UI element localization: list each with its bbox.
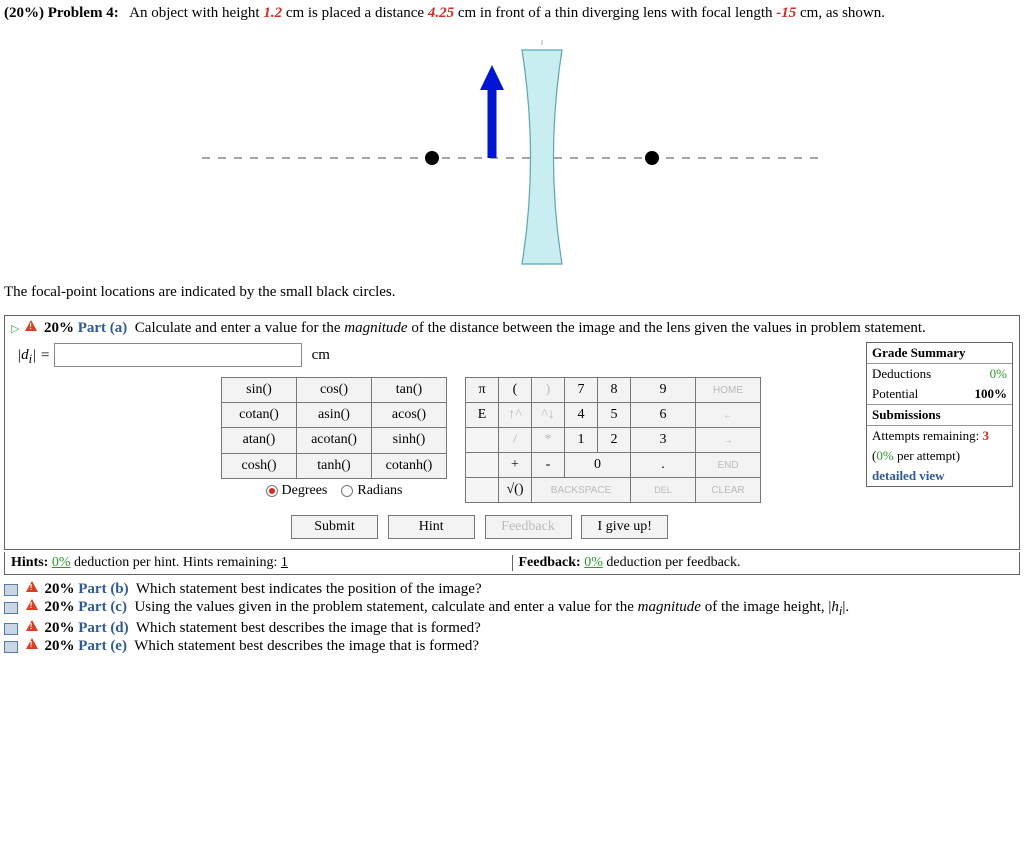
key-pi[interactable]: π bbox=[466, 378, 499, 403]
part-d-row[interactable]: 20% Part (d) Which statement best descri… bbox=[4, 620, 1020, 637]
collapse-icon[interactable] bbox=[4, 641, 18, 653]
key-sqrt[interactable]: √() bbox=[499, 478, 532, 503]
fn-asin[interactable]: asin() bbox=[297, 403, 372, 428]
key-3[interactable]: 3 bbox=[631, 428, 696, 453]
answer-variable: |di| = bbox=[17, 347, 54, 363]
feedback-button: Feedback bbox=[485, 515, 572, 539]
warning-icon bbox=[26, 599, 38, 610]
fn-cosh[interactable]: cosh() bbox=[222, 453, 297, 478]
key-lparen[interactable]: ( bbox=[499, 378, 532, 403]
key-blank2 bbox=[466, 453, 499, 478]
part-c-row[interactable]: 20% Part (c) Using the values given in t… bbox=[4, 599, 1020, 619]
fn-atan[interactable]: atan() bbox=[222, 428, 297, 453]
answer-input[interactable] bbox=[54, 343, 302, 367]
key-rparen[interactable]: ) bbox=[532, 378, 565, 403]
part-b-row[interactable]: 20% Part (b) Which statement best indica… bbox=[4, 581, 1020, 598]
key-2[interactable]: 2 bbox=[598, 428, 631, 453]
answer-unit: cm bbox=[312, 347, 330, 363]
key-sup-down[interactable]: ^↓ bbox=[532, 403, 565, 428]
key-end[interactable]: END bbox=[696, 453, 761, 478]
lens-diagram bbox=[4, 30, 1020, 276]
key-sup-up[interactable]: ↑^ bbox=[499, 403, 532, 428]
number-pad: π ( ) 7 8 9 HOME E ↑^ ^↓ 4 5 6 ← / * bbox=[465, 377, 761, 503]
hint-button[interactable]: Hint bbox=[388, 515, 475, 539]
key-6[interactable]: 6 bbox=[631, 403, 696, 428]
fn-acos[interactable]: acos() bbox=[372, 403, 447, 428]
warning-icon bbox=[25, 320, 37, 331]
key-dot[interactable]: . bbox=[631, 453, 696, 478]
focal-note: The focal-point locations are indicated … bbox=[4, 284, 1020, 301]
action-row: Submit Hint Feedback I give up! bbox=[291, 515, 1013, 539]
grade-summary: Grade Summary Deductions0% Potential100%… bbox=[866, 342, 1013, 487]
fn-cotan[interactable]: cotan() bbox=[222, 403, 297, 428]
key-9[interactable]: 9 bbox=[631, 378, 696, 403]
key-minus[interactable]: - bbox=[532, 453, 565, 478]
key-blank3 bbox=[466, 478, 499, 503]
key-blank1 bbox=[466, 428, 499, 453]
fn-cos[interactable]: cos() bbox=[297, 378, 372, 403]
key-0[interactable]: 0 bbox=[565, 453, 631, 478]
problem-statement: (20%) Problem 4: An object with height 1… bbox=[4, 4, 1020, 24]
fn-acotan[interactable]: acotan() bbox=[297, 428, 372, 453]
fn-tanh[interactable]: tanh() bbox=[297, 453, 372, 478]
fn-sin[interactable]: sin() bbox=[222, 378, 297, 403]
fn-tan[interactable]: tan() bbox=[372, 378, 447, 403]
detailed-view-link[interactable]: detailed view bbox=[872, 468, 945, 484]
key-7[interactable]: 7 bbox=[565, 378, 598, 403]
radio-radians[interactable] bbox=[341, 485, 353, 497]
key-1[interactable]: 1 bbox=[565, 428, 598, 453]
key-home[interactable]: HOME bbox=[696, 378, 761, 403]
part-e-row[interactable]: 20% Part (e) Which statement best descri… bbox=[4, 638, 1020, 655]
giveup-button[interactable]: I give up! bbox=[581, 515, 668, 539]
warning-icon bbox=[26, 638, 38, 649]
part-a-header: ▷ 20% Part (a) Calculate and enter a val… bbox=[11, 320, 1013, 337]
key-div[interactable]: / bbox=[499, 428, 532, 453]
key-5[interactable]: 5 bbox=[598, 403, 631, 428]
collapse-icon[interactable] bbox=[4, 584, 18, 596]
key-backspace[interactable]: BACKSPACE bbox=[532, 478, 631, 503]
radio-degrees[interactable] bbox=[266, 485, 278, 497]
warning-icon bbox=[26, 581, 38, 592]
key-4[interactable]: 4 bbox=[565, 403, 598, 428]
key-del[interactable]: DEL bbox=[631, 478, 696, 503]
hints-bar: Hints: 0% deduction per hint. Hints rema… bbox=[4, 552, 1020, 575]
sub-parts: 20% Part (b) Which statement best indica… bbox=[4, 581, 1020, 655]
key-plus[interactable]: + bbox=[499, 453, 532, 478]
fn-sinh[interactable]: sinh() bbox=[372, 428, 447, 453]
key-8[interactable]: 8 bbox=[598, 378, 631, 403]
answer-row: |di| = cm bbox=[17, 343, 1013, 368]
key-e[interactable]: E bbox=[466, 403, 499, 428]
key-clear[interactable]: CLEAR bbox=[696, 478, 761, 503]
key-right[interactable]: → bbox=[696, 428, 761, 453]
submit-button[interactable]: Submit bbox=[291, 515, 378, 539]
expand-icon[interactable]: ▷ bbox=[11, 323, 19, 335]
collapse-icon[interactable] bbox=[4, 623, 18, 635]
key-left[interactable]: ← bbox=[696, 403, 761, 428]
collapse-icon[interactable] bbox=[4, 602, 18, 614]
part-a-box: ▷ 20% Part (a) Calculate and enter a val… bbox=[4, 315, 1020, 551]
key-mul[interactable]: * bbox=[532, 428, 565, 453]
warning-icon bbox=[26, 620, 38, 631]
function-pad: sin()cos()tan() cotan()asin()acos() atan… bbox=[221, 377, 447, 503]
fn-cotanh[interactable]: cotanh() bbox=[372, 453, 447, 478]
